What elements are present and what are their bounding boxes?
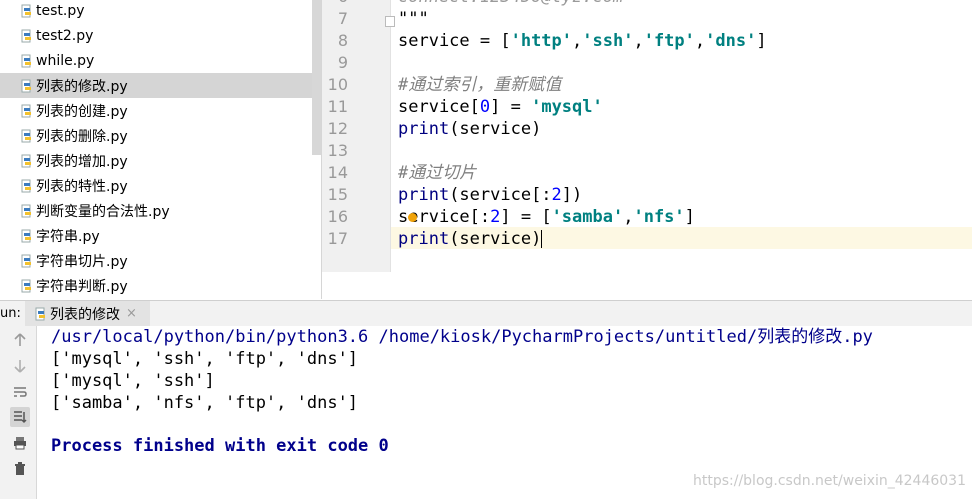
run-label: un: [0,306,21,321]
file-list: test.py test2.py while.py 列表的修改.py 列表的创建.py 列… [0,0,312,298]
file-tree-item[interactable]: 字符串切片.py [0,248,312,273]
file-tree-item[interactable]: 列表的特性.py [0,173,312,198]
python-file-icon [21,29,33,43]
file-tree-item[interactable]: while.py [0,48,312,73]
file-name: 判断变量的合法性.py [36,203,170,220]
code-line: """ [398,9,429,29]
file-name: while.py [36,52,95,69]
file-tree-item[interactable]: test.py [0,0,312,23]
python-file-icon [21,279,33,293]
file-name: 列表的增加.py [36,153,128,170]
line-number: 9 [337,53,348,72]
python-file-icon [21,79,33,93]
python-file-icon [21,229,33,243]
code-line: print(service[:2]) [398,185,583,205]
exit-message: Process finished with exit code 0 [51,436,389,456]
python-file-icon [21,254,33,268]
line-number: 15 [327,185,348,204]
run-command: /usr/local/python/bin/python3.6 /home/ki… [51,327,873,347]
file-tree-item[interactable]: test2.py [0,23,312,48]
file-name: 列表的修改.py [36,78,128,95]
line-number: 12 [327,119,348,138]
file-name: 字符串切片.py [36,253,128,270]
code-line: print(service) [398,119,542,139]
console-line: ['mysql', 'ssh', 'ftp', 'dns'] [51,349,359,369]
fold-marker-icon[interactable] [385,16,395,27]
file-name: 字符串判断.py [36,278,128,295]
line-number: 13 [327,141,348,160]
down-arrow-icon[interactable] [10,356,30,376]
print-icon[interactable] [10,433,30,453]
project-tree: test.py test2.py while.py 列表的修改.py 列表的创建.py 列… [0,0,322,299]
scroll-to-end-icon[interactable] [10,407,30,427]
code-line: #通过切片 [398,163,477,183]
watermark: https://blog.csdn.net/weixin_42446031 [692,473,966,489]
code-line-partial: connect:123456@tyz.com [398,0,623,8]
line-number: 14 [327,163,348,182]
console-line: ['mysql', 'ssh'] [51,371,215,391]
line-number: 16 [327,207,348,226]
python-file-icon [21,54,33,68]
file-name: 字符串.py [36,228,100,245]
file-tree-item[interactable]: 字符串.py [0,223,312,248]
run-tab-label: 列表的修改 [50,306,120,323]
line-number: 6 [322,0,348,8]
python-file-icon [35,307,47,321]
file-tree-item[interactable]: 判断变量的合法性.py [0,198,312,223]
file-tree-item[interactable]: 列表的修改.py [0,73,312,98]
run-toolwindow-header: un: 列表的修改 × [0,300,972,327]
file-tree-item[interactable]: 列表的删除.py [0,123,312,148]
python-file-icon [21,179,33,193]
line-number: 7 [337,9,348,28]
up-arrow-icon[interactable] [10,330,30,350]
code-editor[interactable]: 6 connect:123456@tyz.com 7 8 9 10 11 12 13 14 15… [322,0,972,299]
line-number: 10 [327,75,348,94]
line-number: 17 [327,229,348,248]
file-tree-item[interactable]: 字符串判断.py [0,273,312,298]
file-name: 列表的删除.py [36,128,128,145]
close-icon[interactable]: × [126,306,137,321]
code-line: service[:2] = ['samba','nfs'] [398,207,695,227]
code-line: service[0] = 'mysql' [398,97,603,117]
editor-footer-space [322,272,972,299]
python-file-icon [21,204,33,218]
tree-scrollbar[interactable] [312,0,321,155]
line-number: 8 [337,31,348,50]
line-number: 11 [327,97,348,116]
file-name: test.py [36,2,85,19]
run-toolbar [0,326,37,499]
intention-bulb-icon[interactable] [408,213,417,222]
file-tree-item[interactable]: 列表的增加.py [0,148,312,173]
python-file-icon [21,104,33,118]
file-name: test2.py [36,27,94,44]
code-line: print(service) [398,229,543,249]
python-file-icon [21,129,33,143]
python-file-icon [21,4,33,18]
run-tab[interactable]: 列表的修改 × [25,301,150,326]
code-line: #通过索引，重新赋值 [398,75,562,95]
python-file-icon [21,154,33,168]
soft-wrap-icon[interactable] [10,382,30,402]
file-name: 列表的创建.py [36,103,128,120]
console-line: ['samba', 'nfs', 'ftp', 'dns'] [51,393,359,413]
text-caret [541,230,543,248]
trash-icon[interactable] [10,459,30,479]
file-tree-item[interactable]: 列表的创建.py [0,98,312,123]
file-name: 列表的特性.py [36,178,128,195]
code-line: service = ['http','ssh','ftp','dns'] [398,31,767,51]
